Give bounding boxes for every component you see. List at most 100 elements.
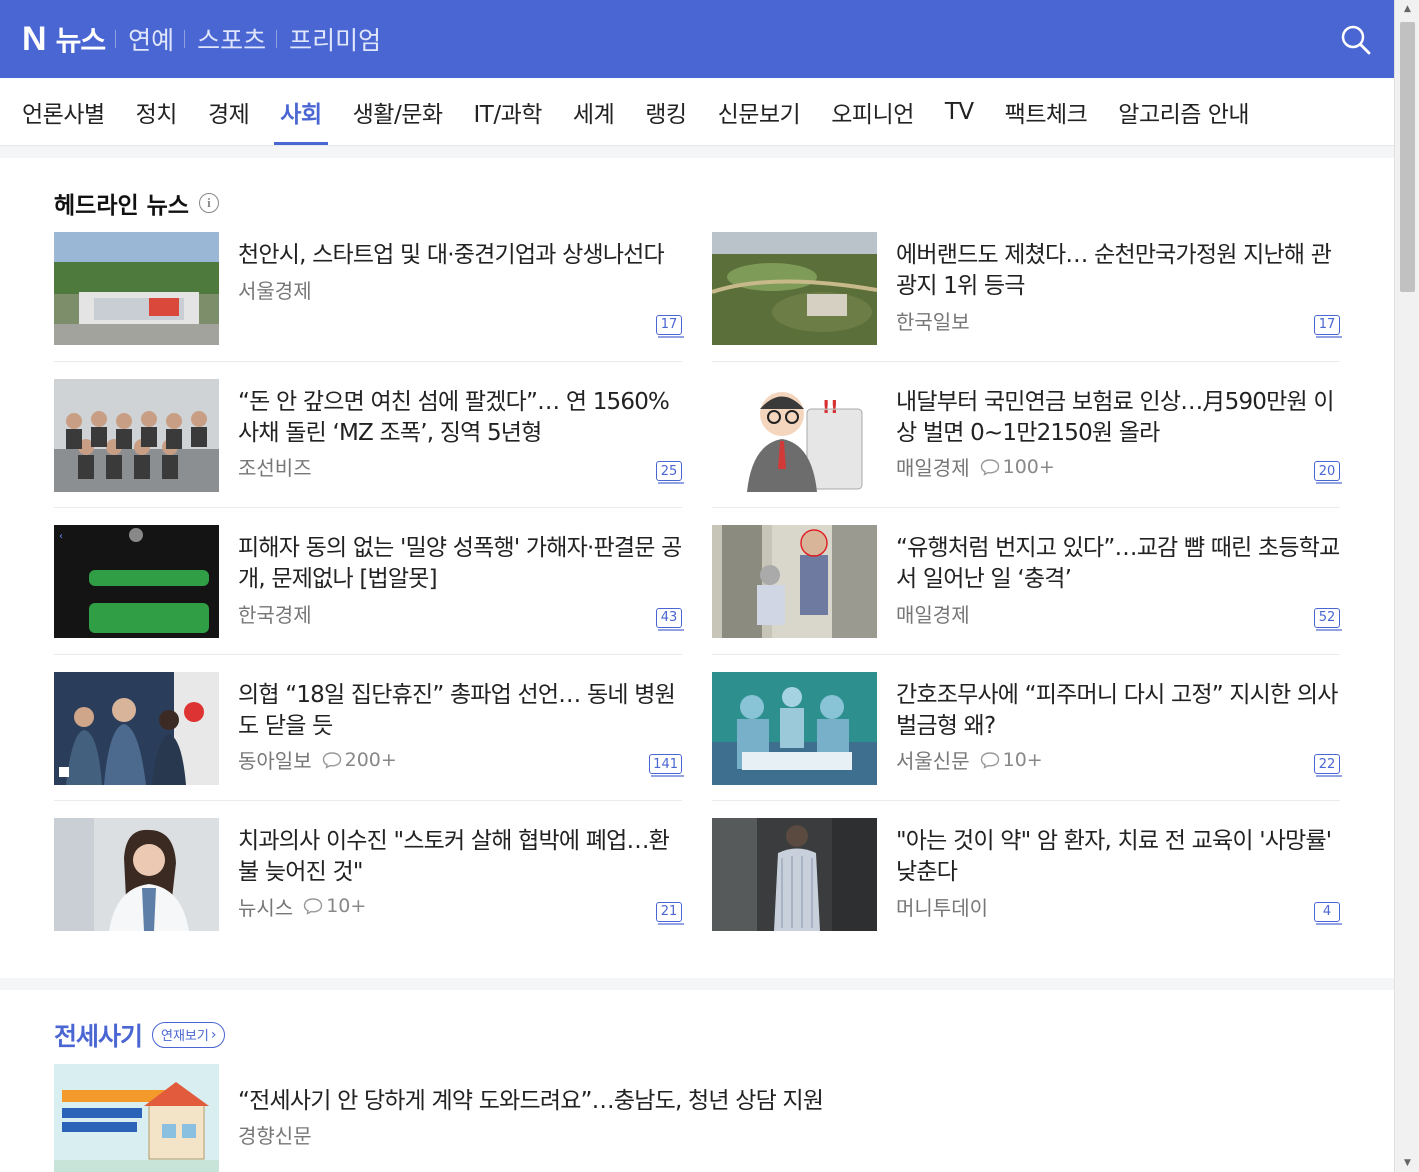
category-nav: 언론사별 정치 경제 사회 생활/문화 IT/과학 세계 랭킹 신문보기 오피니언 TV 팩트체크 알고… bbox=[0, 78, 1394, 146]
press-name[interactable]: 조선비즈 bbox=[238, 452, 312, 481]
press-name[interactable]: 뉴시스 bbox=[238, 892, 293, 921]
series-title[interactable]: 전세사기 bbox=[54, 1017, 143, 1053]
article-title[interactable]: 피해자 동의 없는 '밀양 성폭행' 가해자·판결문 공개, 문제없나 [법알못… bbox=[238, 533, 682, 595]
press-name[interactable]: 서울경제 bbox=[238, 275, 312, 304]
article-thumbnail[interactable]: !! bbox=[712, 378, 877, 492]
headline-title-text: 헤드라인 뉴스 bbox=[54, 193, 189, 219]
headline-title: 헤드라인 뉴스 i bbox=[54, 188, 1340, 219]
nav-item[interactable]: IT/과학 bbox=[474, 78, 543, 145]
press-name[interactable]: 매일경제 bbox=[896, 599, 970, 628]
article-thumbnail[interactable] bbox=[712, 525, 877, 638]
comment-count-text: 10+ bbox=[326, 895, 367, 917]
press-name[interactable]: 한국일보 bbox=[896, 306, 970, 335]
article-card[interactable]: 천안시, 스타트업 및 대·중견기업과 상생나선다서울경제 17 bbox=[54, 232, 684, 362]
press-name[interactable]: 서울신문 bbox=[896, 745, 970, 774]
nav-item[interactable]: 오피니언 bbox=[831, 78, 914, 145]
comment-count-text: 10+ bbox=[1002, 748, 1043, 771]
article-title[interactable]: 치과의사 이수진 "스토커 살해 협박에 폐업…환불 늦어진 것" bbox=[238, 826, 682, 888]
svg-text:‹: ‹ bbox=[59, 531, 63, 542]
press-name[interactable]: 동아일보 bbox=[238, 745, 312, 774]
svg-text:!!: !! bbox=[822, 397, 838, 418]
related-count-badge[interactable]: 20 bbox=[1314, 461, 1342, 484]
series-view-button[interactable]: 연재보기 › bbox=[152, 1021, 226, 1048]
nav-item[interactable]: 언론사별 bbox=[22, 78, 105, 145]
article-title[interactable]: 내달부터 국민연금 보험료 인상…月590만원 이상 벌면 0~1만2150원 … bbox=[896, 387, 1340, 449]
comment-count[interactable]: 100+ bbox=[980, 456, 1055, 478]
article-title[interactable]: 에버랜드도 제쳤다… 순천만국가정원 지난해 관광지 1위 등극 bbox=[896, 240, 1340, 302]
related-count-badge[interactable]: 43 bbox=[656, 607, 684, 631]
article-thumbnail[interactable] bbox=[54, 818, 219, 931]
related-count-badge[interactable]: 17 bbox=[656, 314, 684, 338]
nav-item[interactable]: 사회 bbox=[274, 78, 329, 145]
comment-count[interactable]: 200+ bbox=[322, 749, 397, 771]
article-thumbnail[interactable] bbox=[712, 232, 877, 345]
article-thumbnail[interactable] bbox=[712, 671, 877, 785]
related-count-badge[interactable]: 22 bbox=[1314, 754, 1342, 777]
service-link-premium[interactable]: 프리미엄 bbox=[289, 21, 381, 57]
related-count-badge[interactable]: 17 bbox=[1314, 314, 1342, 338]
article-title[interactable]: “돈 안 갚으면 여친 섬에 팔겠다”… 연 1560% 사채 돌린 ‘MZ 조… bbox=[238, 387, 682, 449]
page: N 뉴스 연예 스포츠 프리미엄 언론사별 정치 경제 사회 생활/문화 IT/과학 세계 랭… bbox=[0, 0, 1394, 1172]
nav-item[interactable]: 팩트체크 bbox=[1005, 78, 1088, 145]
comment-count[interactable]: 10+ bbox=[980, 749, 1043, 771]
info-icon[interactable]: i bbox=[198, 193, 219, 213]
nav-item[interactable]: TV bbox=[945, 78, 974, 145]
article-thumbnail[interactable] bbox=[54, 1063, 219, 1172]
related-count-badge[interactable]: 141 bbox=[649, 754, 684, 777]
press-name[interactable]: 한국경제 bbox=[238, 599, 312, 628]
related-count-badge[interactable]: 25 bbox=[656, 461, 684, 484]
divider bbox=[115, 30, 117, 48]
related-count-badge[interactable]: 52 bbox=[1314, 607, 1342, 631]
article-card[interactable]: 간호조무사에 “피주머니 다시 고정” 지시한 의사 벌금형 왜? 서울신문 10+… bbox=[712, 655, 1342, 801]
comment-count-text: 200+ bbox=[344, 748, 397, 771]
service-link-sports[interactable]: 스포츠 bbox=[197, 21, 266, 57]
comment-icon bbox=[980, 458, 999, 476]
article-title[interactable]: 의협 “18일 집단휴진” 총파업 선언… 동네 병원도 닫을 듯 bbox=[238, 680, 682, 742]
nav-item[interactable]: 신문보기 bbox=[718, 78, 801, 145]
article-title[interactable]: "아는 것이 약" 암 환자, 치료 전 교육이 '사망률' 낮춘다 bbox=[896, 826, 1340, 888]
related-count-badge[interactable]: 4 bbox=[1314, 901, 1342, 925]
nav-item[interactable]: 알고리즘 안내 bbox=[1118, 78, 1249, 145]
article-thumbnail[interactable] bbox=[54, 378, 219, 492]
scroll-down-icon[interactable]: ▼ bbox=[1395, 1154, 1419, 1172]
article-card[interactable]: ‹ 피해자 동의 없는 '밀양 성폭행' 가해자·판결문 공개, 문제없나 [법알… bbox=[54, 508, 684, 655]
divider bbox=[184, 30, 186, 48]
article-title[interactable]: 간호조무사에 “피주머니 다시 고정” 지시한 의사 벌금형 왜? bbox=[896, 680, 1340, 742]
article-title[interactable]: “전세사기 안 당하게 계약 도와드려요”…충남도, 청년 상담 지원 bbox=[238, 1086, 1340, 1117]
article-thumbnail[interactable] bbox=[54, 232, 219, 345]
nav-item[interactable]: 세계 bbox=[573, 78, 615, 145]
article-title[interactable]: 천안시, 스타트업 및 대·중견기업과 상생나선다 bbox=[238, 240, 682, 271]
scrollbar[interactable]: ▲ ▼ bbox=[1394, 0, 1419, 1172]
service-link-entertainment[interactable]: 연예 bbox=[128, 21, 174, 57]
nav-item[interactable]: 경제 bbox=[208, 78, 250, 145]
news-logo[interactable]: 뉴스 bbox=[56, 19, 107, 59]
article-card[interactable]: 에버랜드도 제쳤다… 순천만국가정원 지난해 관광지 1위 등극한국일보 17 bbox=[712, 232, 1342, 362]
comment-count[interactable]: 10+ bbox=[303, 895, 366, 917]
article-title[interactable]: “유행처럼 번지고 있다”…교감 뺨 때린 초등학교서 일어난 일 ‘충격’ bbox=[896, 533, 1340, 595]
related-count-badge[interactable]: 21 bbox=[656, 901, 684, 925]
article-card[interactable]: "아는 것이 약" 암 환자, 치료 전 교육이 '사망률' 낮춘다머니투데이 4 bbox=[712, 801, 1342, 948]
scrollbar-thumb[interactable] bbox=[1400, 22, 1415, 292]
press-name[interactable]: 머니투데이 bbox=[896, 892, 988, 921]
press-name[interactable]: 매일경제 bbox=[896, 452, 970, 481]
nav-item[interactable]: 정치 bbox=[136, 78, 178, 145]
series-article[interactable]: “전세사기 안 당하게 계약 도와드려요”…충남도, 청년 상담 지원 경향신문 bbox=[54, 1063, 1340, 1172]
search-icon[interactable] bbox=[1340, 24, 1372, 56]
headline-grid: 천안시, 스타트업 및 대·중견기업과 상생나선다 서울경제 17 에버랜드도 제쳤다… bbox=[54, 232, 1342, 948]
naver-logo[interactable]: N bbox=[22, 20, 47, 59]
article-card[interactable]: 치과의사 이수진 "스토커 살해 협박에 폐업…환불 늦어진 것" 뉴시스 10+ 2… bbox=[54, 801, 684, 948]
series-section: 전세사기 연재보기 › “전세사기 안 당하게 계약 도와드려요”…충남도, 청년… bbox=[0, 990, 1394, 1172]
article-card[interactable]: “돈 안 갚으면 여친 섬에 팔겠다”… 연 1560% 사채 돌린 ‘MZ 조… bbox=[54, 362, 684, 508]
scroll-up-icon[interactable]: ▲ bbox=[1395, 0, 1419, 18]
article-thumbnail[interactable] bbox=[54, 671, 219, 785]
nav-item[interactable]: 생활/문화 bbox=[353, 78, 443, 145]
article-thumbnail[interactable]: ‹ bbox=[54, 525, 219, 638]
article-card[interactable]: “유행처럼 번지고 있다”…교감 뺨 때린 초등학교서 일어난 일 ‘충격’ 매일… bbox=[712, 508, 1342, 655]
press-name[interactable]: 경향신문 bbox=[238, 1120, 312, 1149]
article-thumbnail[interactable] bbox=[712, 818, 877, 931]
nav-item[interactable]: 랭킹 bbox=[645, 78, 687, 145]
section-divider bbox=[0, 146, 1394, 158]
article-card[interactable]: !! 내달부터 국민연금 보험료 인상…月590만원 이상 벌면 0~1만2150… bbox=[712, 362, 1342, 508]
divider bbox=[276, 30, 278, 48]
article-card[interactable]: 의협 “18일 집단휴진” 총파업 선언… 동네 병원도 닫을 듯동아일보 200… bbox=[54, 655, 684, 801]
